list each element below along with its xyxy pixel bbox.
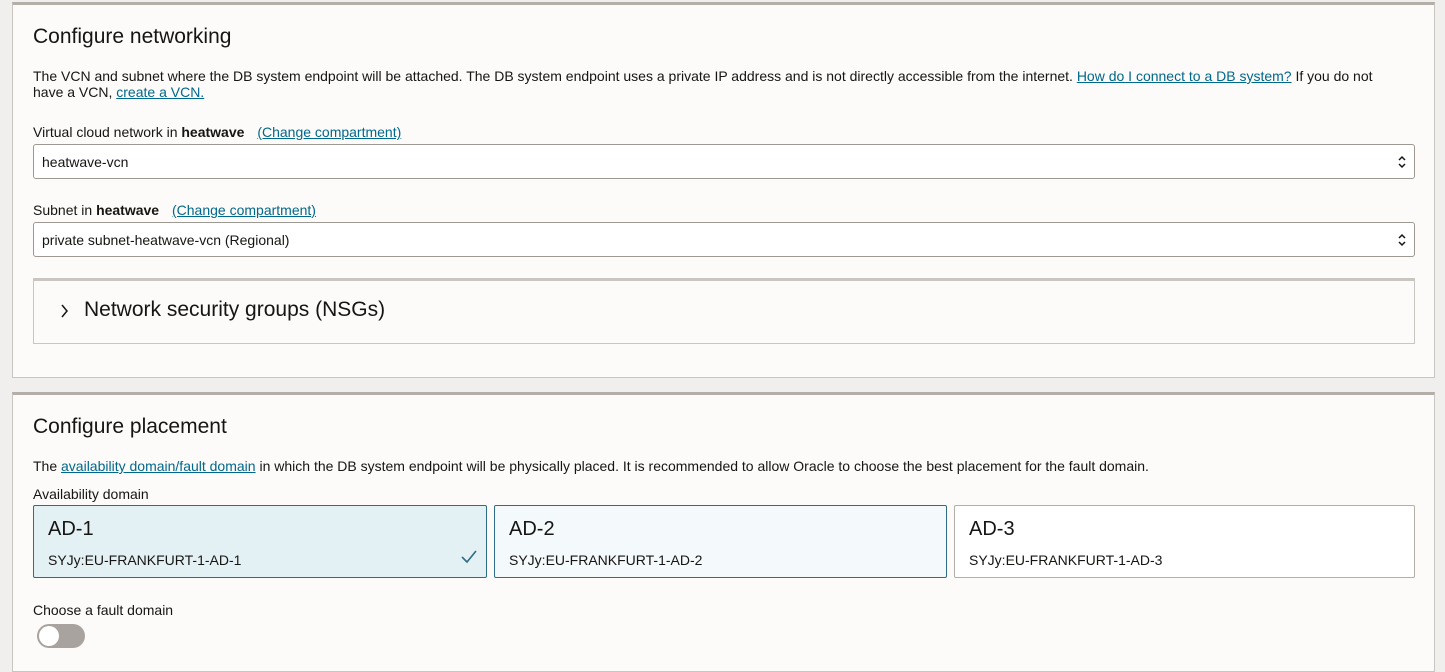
ad-id: SYJy:EU-FRANKFURT-1-AD-2 bbox=[509, 552, 703, 568]
ad-name: AD-2 bbox=[509, 518, 555, 540]
ad-id: SYJy:EU-FRANKFURT-1-AD-3 bbox=[969, 552, 1163, 568]
vcn-compartment-name: heatwave bbox=[181, 124, 245, 140]
availability-domain-label: Availability domain bbox=[33, 486, 149, 502]
toggle-knob bbox=[39, 626, 59, 646]
subnet-change-compartment-link[interactable]: (Change compartment) bbox=[172, 202, 316, 218]
placement-title: Configure placement bbox=[33, 415, 227, 438]
subnet-select-value: private subnet-heatwave-vcn (Regional) bbox=[42, 232, 290, 248]
checkmark-icon bbox=[461, 550, 477, 564]
vcn-label-prefix: Virtual cloud network in bbox=[33, 124, 178, 140]
ad-card-ad-3[interactable]: AD-3 SYJy:EU-FRANKFURT-1-AD-3 bbox=[954, 505, 1415, 578]
vcn-select[interactable]: heatwave-vcn bbox=[33, 144, 1415, 179]
placement-desc-prefix: The bbox=[33, 458, 58, 474]
vcn-change-compartment-link[interactable]: (Change compartment) bbox=[257, 124, 401, 140]
subnet-compartment-name: heatwave bbox=[96, 202, 160, 218]
placement-desc-suffix: in which the DB system endpoint will be … bbox=[259, 458, 1149, 474]
ad-id: SYJy:EU-FRANKFURT-1-AD-1 bbox=[48, 552, 242, 568]
networking-desc-text: The VCN and subnet where the DB system e… bbox=[33, 68, 1073, 84]
chevron-right-icon bbox=[61, 304, 68, 318]
availability-fault-domain-link[interactable]: availability domain/fault domain bbox=[61, 458, 256, 474]
nsg-title: Network security groups (NSGs) bbox=[84, 298, 386, 321]
ad-card-ad-2[interactable]: AD-2 SYJy:EU-FRANKFURT-1-AD-2 bbox=[494, 505, 947, 578]
subnet-label: Subnet in heatwave (Change compartment) bbox=[33, 202, 316, 218]
vcn-label: Virtual cloud network in heatwave (Chang… bbox=[33, 124, 401, 140]
vcn-select-value: heatwave-vcn bbox=[42, 154, 129, 170]
fault-domain-label: Choose a fault domain bbox=[33, 602, 174, 618]
ad-card-ad-1[interactable]: AD-1 SYJy:EU-FRANKFURT-1-AD-1 bbox=[33, 505, 487, 578]
networking-title: Configure networking bbox=[33, 25, 232, 48]
networking-panel: Configure networking The VCN and subnet … bbox=[12, 2, 1435, 378]
placement-panel: Configure placement The availability dom… bbox=[12, 392, 1435, 672]
connect-help-link[interactable]: How do I connect to a DB system? bbox=[1077, 68, 1292, 84]
create-vcn-link[interactable]: create a VCN. bbox=[116, 84, 204, 100]
nsg-expander[interactable]: Network security groups (NSGs) bbox=[33, 278, 1415, 344]
subnet-select[interactable]: private subnet-heatwave-vcn (Regional) bbox=[33, 222, 1415, 257]
fault-domain-toggle[interactable] bbox=[37, 624, 85, 648]
up-down-chevron-icon bbox=[1398, 233, 1406, 247]
subnet-label-prefix: Subnet in bbox=[33, 202, 93, 218]
networking-description: The VCN and subnet where the DB system e… bbox=[33, 68, 1403, 100]
ad-name: AD-3 bbox=[969, 518, 1015, 540]
up-down-chevron-icon bbox=[1398, 155, 1406, 169]
ad-name: AD-1 bbox=[48, 518, 94, 540]
placement-description: The availability domain/fault domain in … bbox=[33, 458, 1403, 474]
